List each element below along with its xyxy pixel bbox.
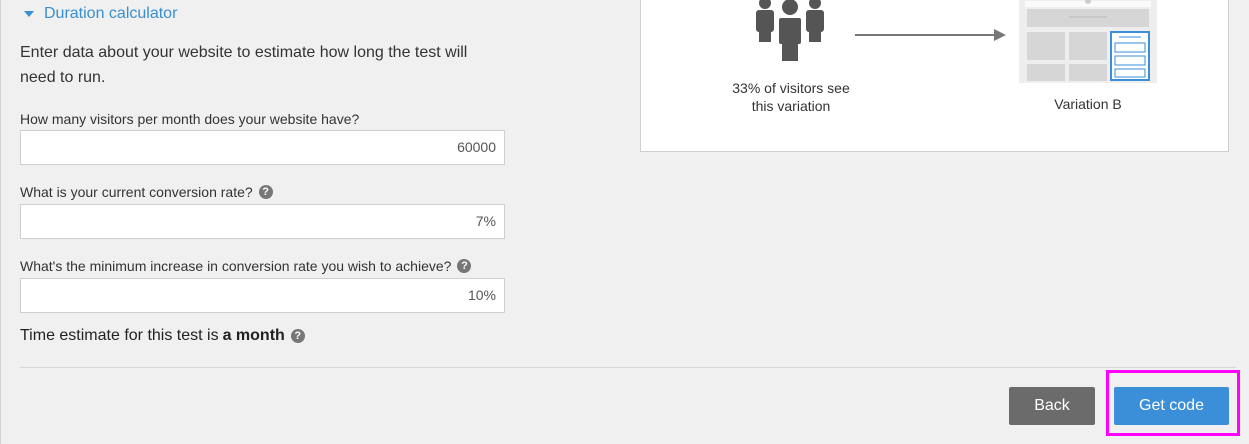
conversion-rate-question-label: What is your current conversion rate? ? xyxy=(20,184,273,200)
back-button[interactable]: Back xyxy=(1009,387,1095,425)
duration-calculator-title: Duration calculator xyxy=(44,5,178,22)
help-icon[interactable]: ? xyxy=(258,185,273,199)
arrow-right-icon xyxy=(855,29,1006,41)
duration-calculator-toggle[interactable]: Duration calculator xyxy=(24,5,177,23)
time-estimate: Time estimate for this test is a month ? xyxy=(20,327,305,345)
min-increase-question-text: What's the minimum increase in conversio… xyxy=(20,258,452,274)
conversion-rate-question-text: What is your current conversion rate? xyxy=(20,184,253,200)
caption-line-2: this variation xyxy=(751,98,831,114)
intro-text: Enter data about your website to estimat… xyxy=(20,44,468,86)
visitors-per-month-input[interactable]: 60000 xyxy=(20,130,505,165)
time-estimate-prefix: Time estimate for this test is xyxy=(20,327,219,344)
caption-line-1: 33% of visitors see xyxy=(732,80,850,96)
min-increase-input[interactable]: 10% xyxy=(20,278,505,313)
left-border xyxy=(0,0,1,444)
variation-b-thumbnail xyxy=(1019,0,1157,83)
min-increase-question-label: What's the minimum increase in conversio… xyxy=(20,258,472,274)
conversion-rate-input[interactable]: 7% xyxy=(20,204,505,239)
help-icon[interactable]: ? xyxy=(290,329,305,343)
divider xyxy=(20,367,1236,368)
time-estimate-value: a month xyxy=(222,327,285,344)
get-code-button[interactable]: Get code xyxy=(1114,387,1229,425)
visitors-caption: 33% of visitors see this variation xyxy=(701,79,881,115)
caret-down-icon xyxy=(24,11,34,17)
visitors-group-icon xyxy=(756,0,824,61)
visitors-question-label: How many visitors per month does your we… xyxy=(20,111,359,127)
help-icon[interactable]: ? xyxy=(457,259,472,273)
variation-label: Variation B xyxy=(1054,96,1122,112)
visitors-question-text: How many visitors per month does your we… xyxy=(20,111,360,127)
variation-illustration-panel: 33% of visitors see this variation Varia… xyxy=(640,0,1229,152)
